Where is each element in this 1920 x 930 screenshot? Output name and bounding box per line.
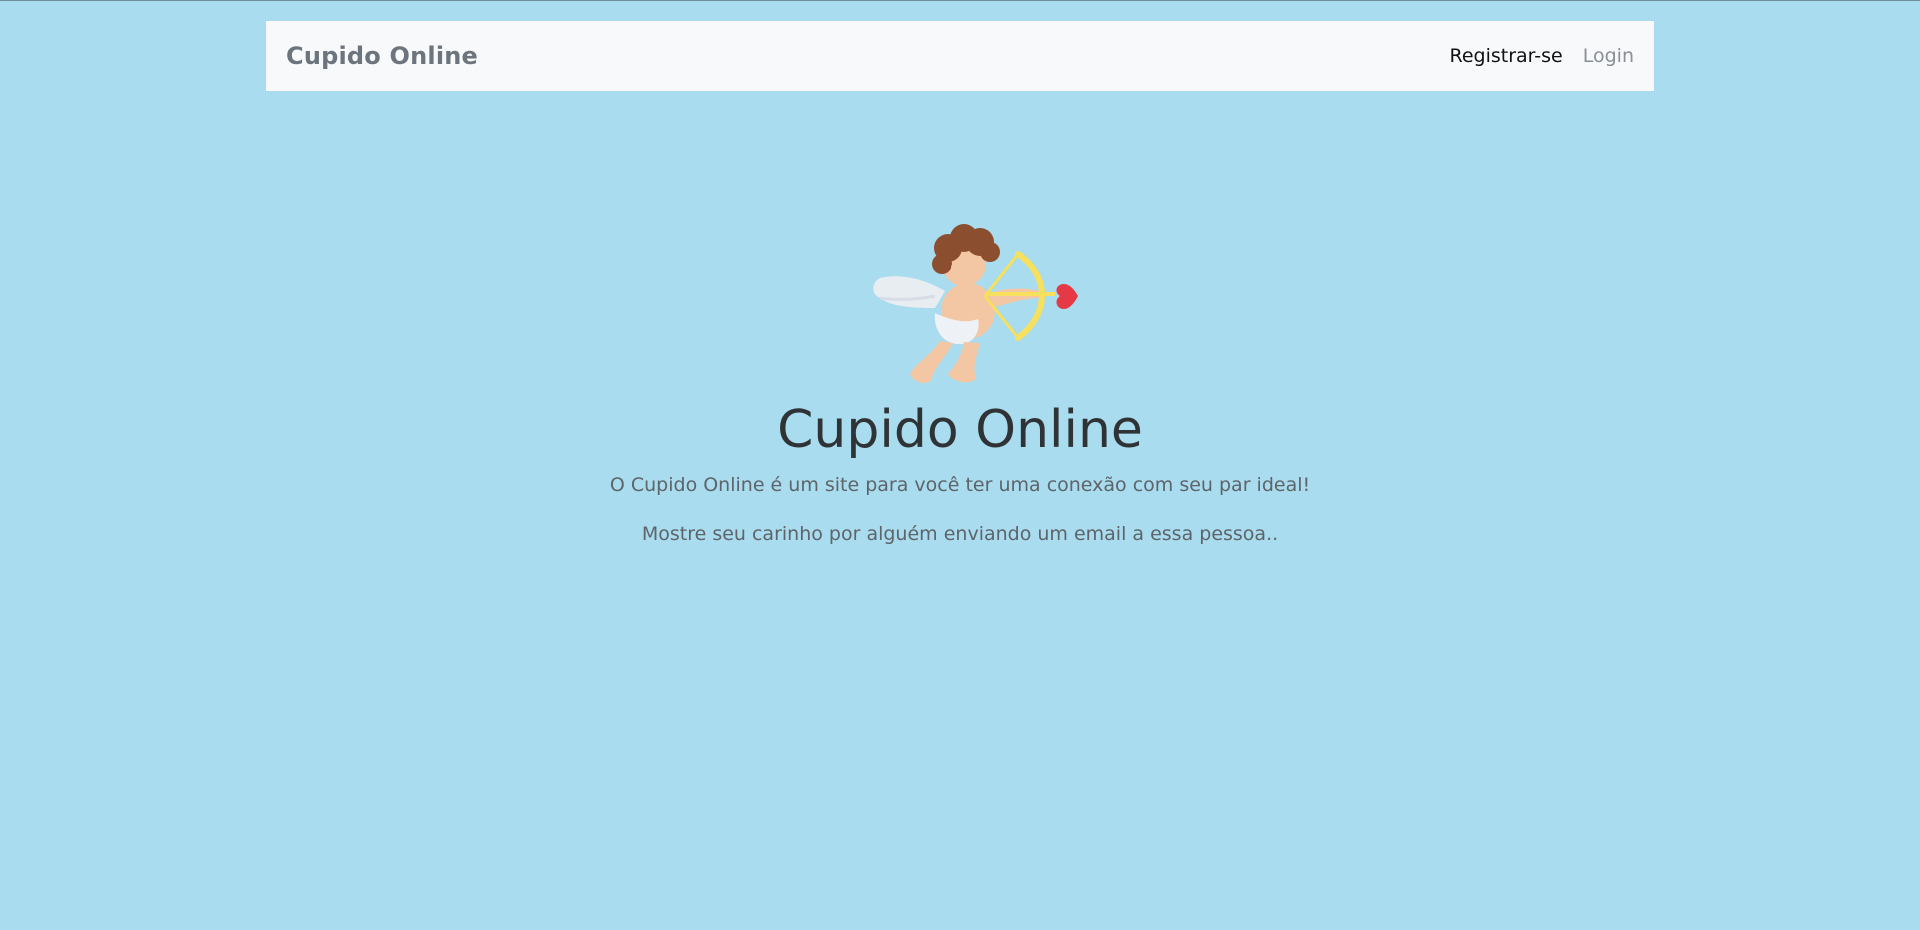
cupid-icon: [840, 216, 1080, 396]
navbar: Cupido Online Registrar-se Login: [266, 21, 1654, 91]
hero-description: O Cupido Online é um site para você ter …: [609, 474, 1311, 497]
navbar-links: Registrar-se Login: [1450, 45, 1635, 67]
navbar-brand[interactable]: Cupido Online: [286, 42, 478, 70]
login-link[interactable]: Login: [1583, 45, 1634, 67]
register-link[interactable]: Registrar-se: [1450, 45, 1563, 67]
hero-call-to-action: Mostre seu carinho por alguém enviando u…: [641, 522, 1279, 545]
page-title: Cupido Online: [777, 400, 1143, 460]
hero-section: Cupido Online O Cupido Online é um site …: [0, 216, 1920, 547]
